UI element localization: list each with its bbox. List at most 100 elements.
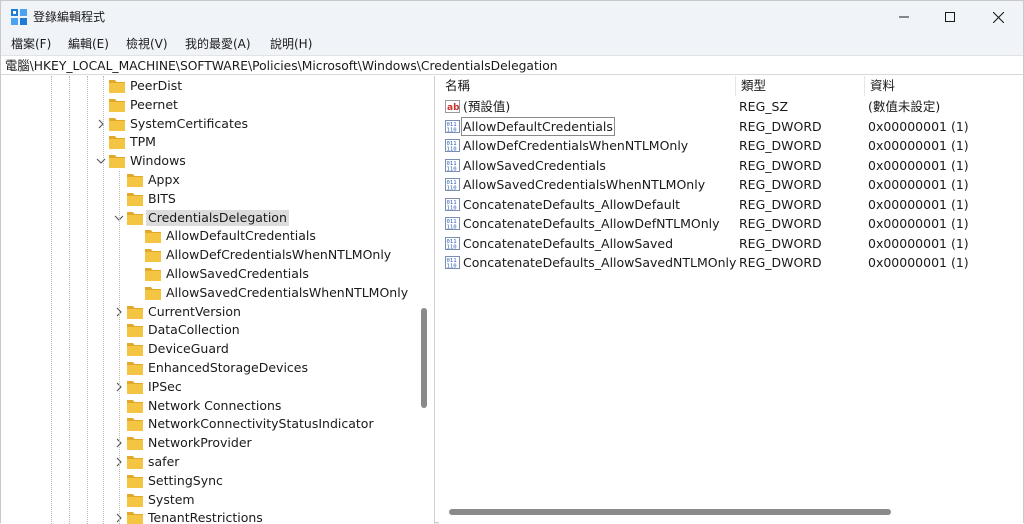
tree-item[interactable]: Appx [1, 171, 417, 190]
tree-item[interactable]: CurrentVersion [1, 303, 417, 322]
tree-item[interactable]: TPM [1, 133, 417, 152]
title-bar[interactable]: 登錄編輯程式 [1, 1, 1023, 33]
value-type: REG_SZ [739, 99, 789, 114]
address-bar[interactable]: 電腦\HKEY_LOCAL_MACHINE\SOFTWARE\Policies\… [1, 55, 1023, 75]
value-row[interactable]: 011 110 ConcatenateDefaults_AllowSavedNTLM… [439, 253, 1023, 272]
tree-item-label: Network Connections [148, 397, 282, 413]
tree-item[interactable]: AllowDefaultCredentials [1, 227, 417, 246]
tree-item[interactable]: AllowSavedCredentialsWhenNTLMOnly [1, 284, 417, 303]
column-header-data[interactable]: 資料 [864, 76, 1023, 96]
folder-icon [127, 456, 143, 469]
tree-scrollbar-thumb[interactable] [421, 308, 427, 408]
tree-item-label: DataCollection [148, 322, 240, 338]
svg-text:110: 110 [447, 186, 457, 192]
tree-item[interactable]: EnhancedStorageDevices [1, 359, 417, 378]
binary-value-icon: 011110 [445, 158, 460, 172]
tree-item-label: safer [148, 454, 180, 469]
tree-item[interactable]: safer [1, 453, 417, 472]
tree-item-label: System [148, 491, 195, 507]
tree-scrollbar[interactable] [417, 76, 433, 524]
value-type: REG_DWORD [739, 255, 822, 270]
folder-icon [109, 80, 125, 93]
tree-item[interactable]: System [1, 491, 417, 510]
tree-item[interactable]: Network Connections [1, 397, 417, 416]
value-row[interactable]: 011 110 ConcatenateDefaults_AllowDefNTLMOn… [439, 214, 1023, 233]
tree-item[interactable]: Peernet [1, 96, 417, 115]
value-row[interactable]: 011 110 AllowDefaultCredentials REG_DWORD 0x… [439, 116, 1023, 136]
value-data: 0x00000001 (1) [868, 138, 969, 153]
folder-icon [127, 362, 143, 375]
folder-icon [109, 136, 125, 150]
tree-item[interactable]: TenantRestrictions [1, 509, 417, 524]
value-name: AllowSavedCredentialsWhenNTLMOnly [463, 177, 706, 192]
value-data: 0x00000001 (1) [868, 216, 969, 231]
list-horizontal-scrollbar-thumb[interactable] [449, 509, 891, 515]
menu-file[interactable]: 檔案(F) [11, 36, 51, 52]
tree-item[interactable]: SystemCertificates [1, 115, 417, 134]
close-button[interactable] [975, 1, 1021, 33]
svg-text:110: 110 [447, 244, 457, 250]
chevron-down-icon[interactable] [96, 156, 106, 166]
tree-item[interactable]: DataCollection [1, 321, 417, 340]
tree-item[interactable]: NetworkProvider [1, 434, 417, 453]
tree-item[interactable]: IPSec [1, 378, 417, 397]
tree-item-label: Peernet [130, 96, 178, 112]
minimize-button[interactable] [881, 1, 927, 33]
svg-text:110: 110 [447, 225, 457, 231]
value-row[interactable]: ab (預設值) REG_SZ (數值未設定) [439, 97, 1023, 116]
maximize-button[interactable] [927, 1, 973, 33]
binary-value-icon: 011110 [445, 217, 460, 231]
value-name: ConcatenateDefaults_AllowSaved [463, 235, 674, 251]
tree-guide-line [103, 76, 104, 524]
tree-item-label: NetworkProvider [148, 435, 252, 451]
window-title: 登錄編輯程式 [33, 10, 106, 24]
folder-icon [127, 174, 143, 187]
column-header-name[interactable]: 名稱 [439, 76, 735, 96]
menu-help[interactable]: 說明(H) [270, 36, 312, 52]
tree-item[interactable]: SettingSync [1, 472, 417, 491]
tree-item[interactable]: PeerDist [1, 77, 417, 96]
column-header-type[interactable]: 類型 [735, 76, 864, 96]
value-row[interactable]: 011 110 AllowDefCredentialsWhenNTLMOnly REG… [439, 136, 1023, 155]
folder-icon [145, 249, 161, 263]
key-tree-pane[interactable]: PeerDist Peernet SystemCertificates TPM Wind… [1, 76, 435, 524]
tree-item[interactable]: NetworkConnectivityStatusIndicator [1, 415, 417, 434]
chevron-right-icon[interactable] [96, 119, 106, 129]
value-data: 0x00000001 (1) [868, 177, 969, 192]
menu-edit[interactable]: 編輯(E) [68, 36, 109, 52]
tree-item[interactable]: AllowSavedCredentials [1, 265, 417, 284]
svg-text:ab: ab [447, 103, 460, 113]
value-row[interactable]: 011 110 ConcatenateDefaults_AllowDefault RE… [439, 195, 1023, 214]
svg-text:110: 110 [447, 166, 457, 172]
address-path[interactable]: 電腦\HKEY_LOCAL_MACHINE\SOFTWARE\Policies\… [5, 58, 558, 74]
binary-value-icon: 011110 [445, 197, 460, 211]
tree-item[interactable]: AllowDefCredentialsWhenNTLMOnly [1, 246, 417, 265]
tree-item-label: PeerDist [130, 78, 183, 93]
folder-icon [109, 155, 125, 169]
tree-item[interactable]: BITS [1, 190, 417, 209]
registry-editor-window: 登錄編輯程式 檔案(F) 編輯(E) 檢視(V) 我的最愛(A) 說明(H) 電… [0, 0, 1024, 524]
binary-value-icon: 011110 [445, 119, 460, 133]
value-type: REG_DWORD [739, 177, 822, 192]
tree-item-label: Windows [130, 153, 186, 169]
binary-value-icon: 011110 [445, 178, 460, 192]
tree-item-label: AllowDefCredentialsWhenNTLMOnly [166, 247, 392, 263]
folder-icon [127, 192, 143, 206]
folder-icon [127, 512, 143, 524]
tree-item[interactable]: DeviceGuard [1, 340, 417, 359]
menu-favorites[interactable]: 我的最愛(A) [185, 36, 251, 52]
tree-item[interactable]: Windows [1, 152, 417, 171]
menu-bar: 檔案(F) 編輯(E) 檢視(V) 我的最愛(A) 說明(H) [1, 33, 1023, 55]
value-row[interactable]: 011 110 ConcatenateDefaults_AllowSaved REG_… [439, 234, 1023, 253]
value-row[interactable]: 011 110 AllowSavedCredentialsWhenNTLMOnly R… [439, 175, 1023, 194]
values-list-pane[interactable]: 名稱 類型 資料 ab (預設值) REG_SZ (數值未設定) 011 110 Allow… [439, 76, 1023, 524]
folder-icon [145, 286, 161, 300]
folder-icon [127, 493, 143, 507]
string-value-icon: ab [445, 100, 460, 113]
registry-editor-icon [11, 9, 27, 25]
tree-item[interactable]: CredentialsDelegation [1, 209, 417, 228]
folder-icon [127, 399, 143, 413]
value-row[interactable]: 011 110 AllowSavedCredentials REG_DWORD 0x00… [439, 156, 1023, 175]
menu-view[interactable]: 檢視(V) [126, 36, 168, 52]
folder-icon [127, 418, 143, 432]
